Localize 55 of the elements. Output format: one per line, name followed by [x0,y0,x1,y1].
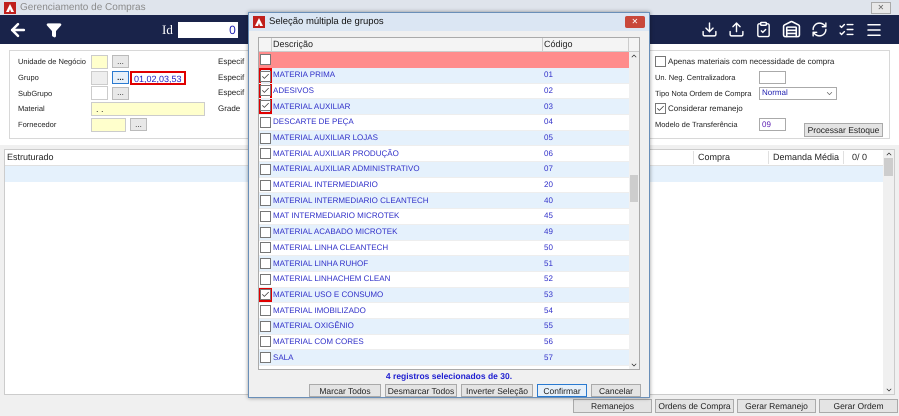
table-cell: 20 [543,179,553,192]
dialog-title: Seleção múltipla de grupos [269,14,384,29]
table-cell: 01 [543,69,553,82]
table-cell-text: MATERIAL LINHA CLEANTECH [272,242,390,254]
field-label: Grade [218,102,240,115]
table-cell-text: MATERIAL AUXILIAR LOJAS [272,132,379,144]
table-cell-text: SALA [272,352,294,364]
checkbox-label: Apenas materiais com necessidade de compra [668,56,834,68]
table-cell-text: MATERIA PRIMA [272,69,336,82]
table-cell-text: MATERIAL INTERMEDIARIO [272,179,379,192]
table-cell-text: MATERIAL AUXILIAR [272,100,352,113]
table-cell: 56 [543,336,553,348]
select-value: Normal [762,87,789,100]
table-cell: 07 [543,163,553,176]
id-label: Id [162,20,173,39]
table-cell-text: MATERIAL AUXILIAR PRODUÇÃO [272,148,400,160]
table-cell-text: MATERIAL AUXILIAR ADMINISTRATIVO [272,163,421,176]
column-header: Estruturado [6,150,54,164]
table-cell-text: MATERIAL IMOBILIZADO [272,304,367,317]
column-header: Demanda Média [768,150,843,164]
selection-status: 4 registros selecionados de 30. [386,370,512,383]
selected-groups-text: 01,02,03,53 [130,70,186,85]
table-cell: 49 [543,226,553,238]
table-cell: 50 [543,242,553,254]
field-label: Especif [218,87,244,100]
field-label: Especif [218,72,244,84]
table-cell: 05 [543,132,553,144]
table-cell-text: ADESIVOS [272,84,315,97]
table-cell-text: MATERIAL INTERMEDIARIO CLEANTECH [272,194,430,207]
table-cell-text: MAT INTERMEDIARIO MICROTEK [272,210,400,222]
table-cell-text: MATERIAL OXIGÊNIO [272,320,355,332]
table-cell-text: MATERIAL COM CORES [272,336,365,348]
table-cell: 03 [543,100,553,113]
window-title: Gerenciamento de Compras [20,1,146,15]
field-label: Especif [218,56,244,68]
table-cell: 06 [543,148,553,160]
table-cell: 53 [543,288,553,301]
table-cell-text: MATERIAL ACABADO MICROTEK [272,226,398,238]
table-cell: 52 [543,273,553,286]
column-header: Descrição [272,38,543,51]
table-cell: 54 [543,304,553,317]
table-cell: 40 [543,194,553,207]
column-header: Código [543,38,629,51]
table-cell-text: MATERIAL LINHA RUHOF [272,258,370,270]
column-header: Compra [693,150,768,164]
table-cell: 51 [543,258,553,270]
table-cell: 45 [543,210,553,222]
table-cell-text: MATERIAL LINHACHEM CLEAN [272,273,392,286]
table-cell-text: MATERIAL USO E CONSUMO [272,288,384,301]
table-cell: 04 [543,116,553,128]
table-cell-text: DESCARTE DE PEÇA [272,116,355,128]
table-cell: 55 [543,320,553,332]
table-cell: 02 [543,84,553,97]
table-cell: 57 [543,352,553,364]
checkbox-label: Considerar remanejo [668,102,743,115]
